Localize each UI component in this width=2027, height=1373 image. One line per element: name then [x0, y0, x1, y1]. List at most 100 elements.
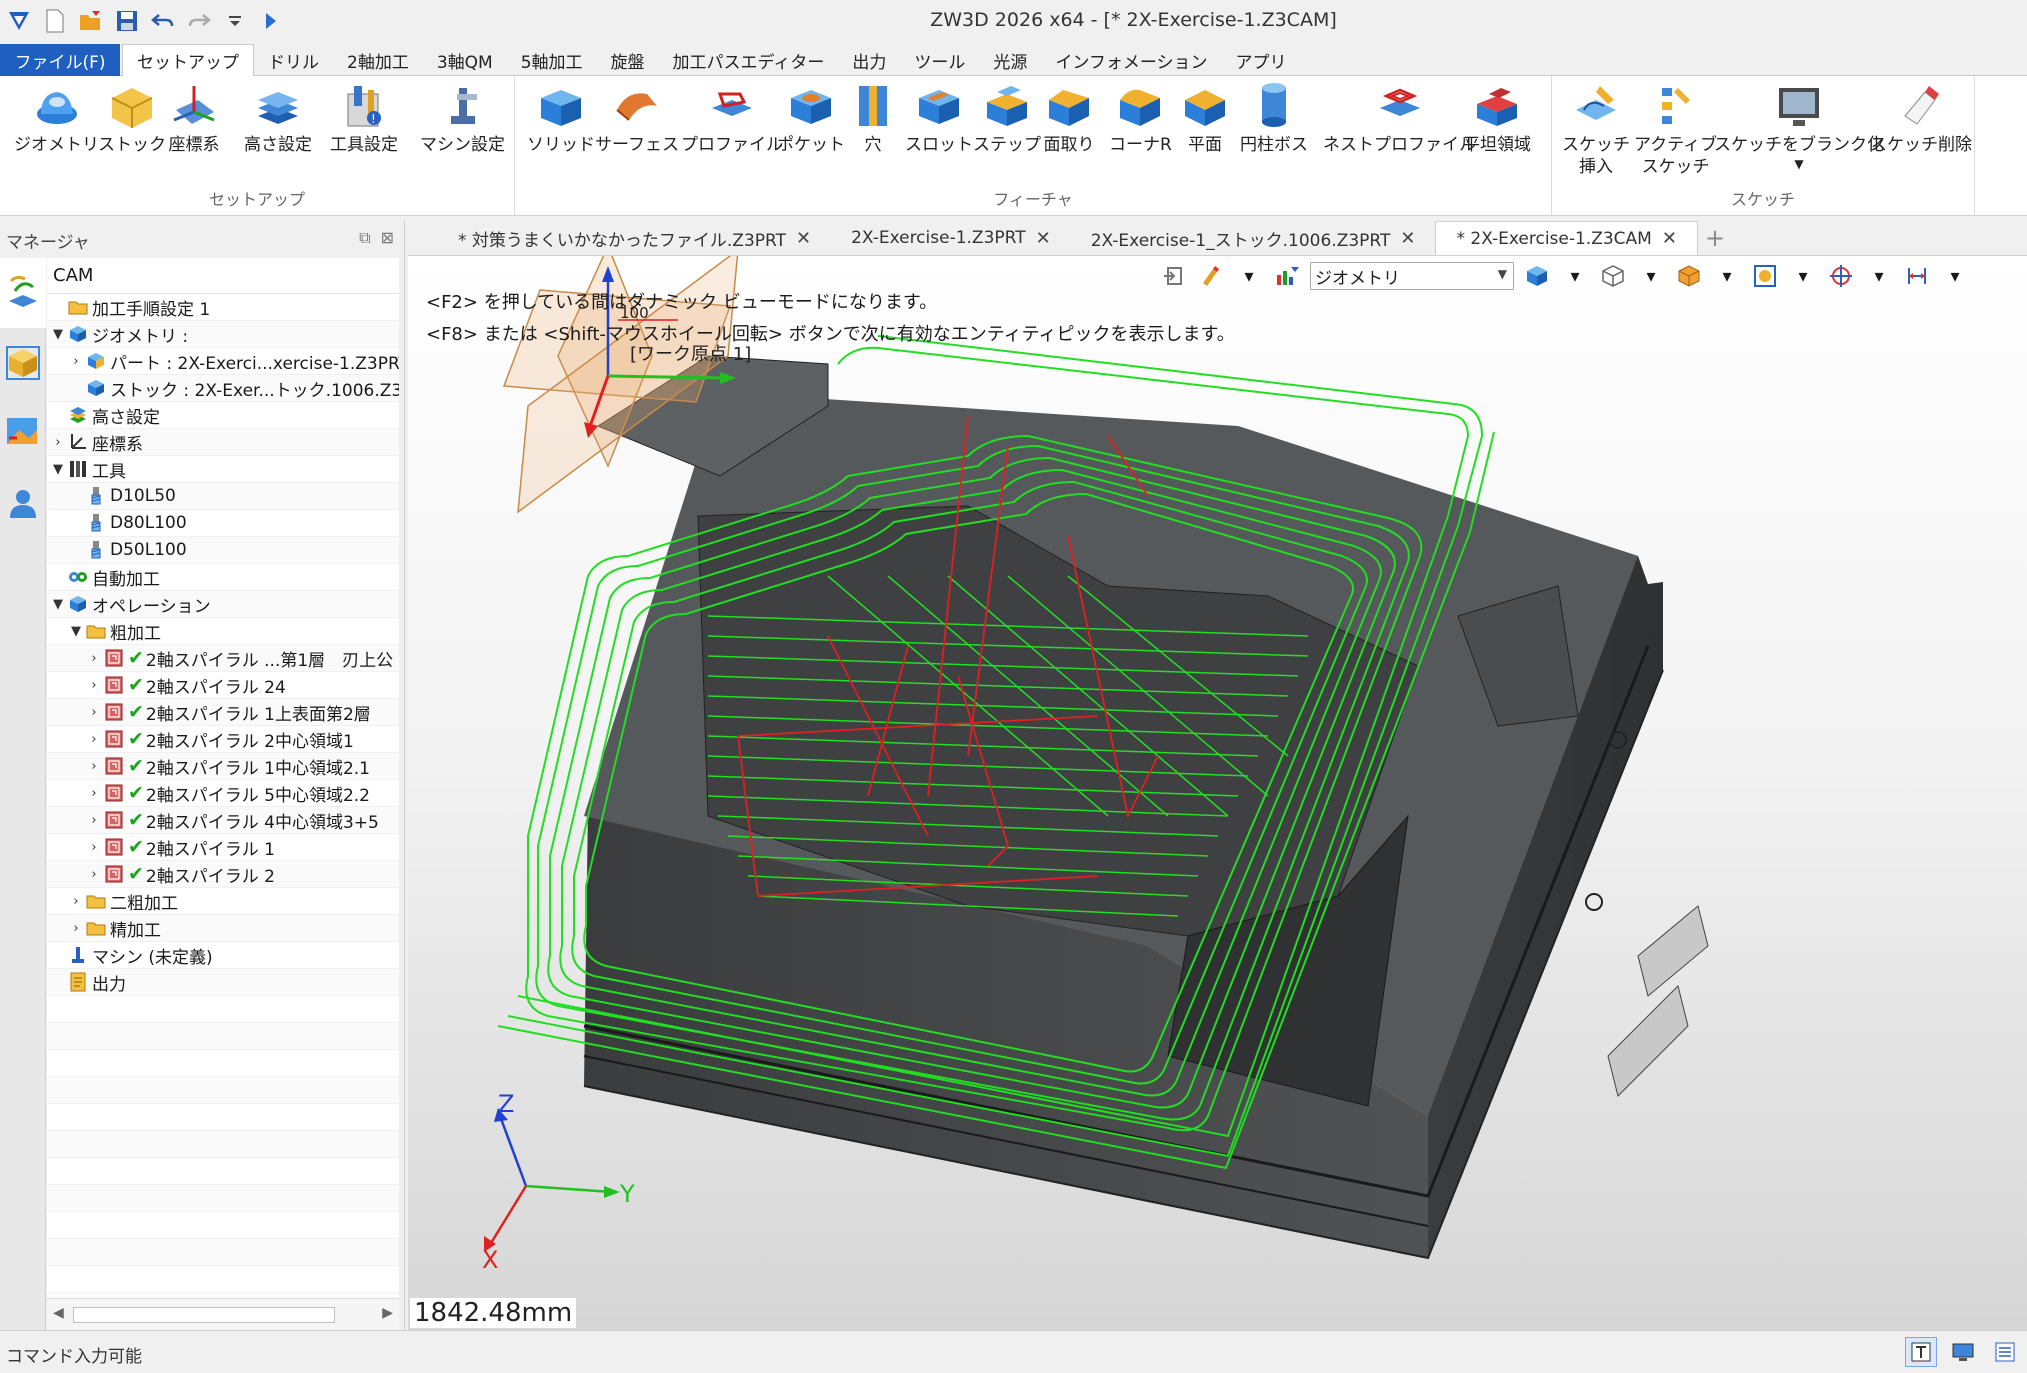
tree-horizontal-scrollbar[interactable]: ◀ ▶	[47, 1298, 399, 1330]
tree-item[interactable]: マシン (未定義)	[47, 942, 399, 969]
view-orient-icon[interactable]	[1674, 261, 1704, 291]
3d-viewport[interactable]: 100 [ワーク原点 1] Z Y X <F2> を押している間はダナミック ビ…	[408, 256, 2027, 1330]
expand-icon[interactable]: ›	[67, 921, 85, 936]
expand-icon[interactable]: ›	[85, 840, 103, 855]
ribbon-tab-2[interactable]: 2軸加工	[333, 44, 423, 76]
tree-item[interactable]: ▼ オペレーション	[47, 591, 399, 618]
panel-close-icon[interactable]: ⊠	[381, 228, 394, 248]
expand-icon[interactable]: ›	[67, 894, 85, 909]
plane-button[interactable]: 平面	[1179, 80, 1231, 156]
expand-icon[interactable]: ›	[85, 732, 103, 747]
chamfer-button[interactable]: 面取り	[1043, 80, 1095, 156]
tree-item[interactable]: ▼ 工具	[47, 456, 399, 483]
ribbon-tab-5[interactable]: 旋盤	[597, 44, 659, 76]
pick-pen-icon[interactable]	[1196, 261, 1226, 291]
tree-item[interactable]: 加工手順設定 1	[47, 294, 399, 321]
text-mode-icon[interactable]	[1905, 1337, 1937, 1367]
close-tab-icon[interactable]: ✕	[796, 228, 811, 249]
active-sketch-button[interactable]: アクティブ スケッチ	[1634, 80, 1717, 178]
sidebar-part-tab[interactable]	[0, 328, 46, 398]
close-tab-icon[interactable]: ✕	[1036, 228, 1051, 249]
scrollbar-thumb[interactable]	[73, 1307, 335, 1323]
collapse-icon[interactable]: ▼	[49, 327, 67, 342]
expand-icon[interactable]: ›	[49, 435, 67, 450]
expand-icon[interactable]: ›	[85, 786, 103, 801]
pick-filter-select[interactable]: ジオメトリ ▼	[1310, 262, 1514, 290]
step-button[interactable]: ステップ	[973, 80, 1041, 156]
tree-item[interactable]: › ✔ 2軸スパイラル 2	[47, 861, 399, 888]
filter-icon[interactable]	[1272, 261, 1302, 291]
tree-item[interactable]: ▼ 粗加工	[47, 618, 399, 645]
zoom-fit-icon[interactable]	[1750, 261, 1780, 291]
shaded-dropdown-icon[interactable]: ▾	[1560, 261, 1590, 291]
list-view-icon[interactable]	[1989, 1337, 2021, 1367]
insert-sketch-button[interactable]: スケッチ 挿入	[1562, 80, 1630, 178]
ribbon-tab-0[interactable]: セットアップ	[122, 44, 254, 76]
tree-item[interactable]: › ✔ 2軸スパイラル 24	[47, 672, 399, 699]
file-menu-button[interactable]: ファイル(F)	[0, 44, 120, 76]
ribbon-tab-6[interactable]: 加工パスエディター	[659, 44, 839, 76]
expand-icon[interactable]: ›	[85, 759, 103, 774]
expand-icon[interactable]: ›	[85, 651, 103, 666]
tree-item[interactable]: D80L100	[47, 510, 399, 537]
expand-icon[interactable]: ›	[67, 354, 85, 369]
tool-settings-button[interactable]: ! 工具設定	[330, 80, 398, 156]
collapse-icon[interactable]: ▼	[67, 624, 85, 639]
tree-item[interactable]: ストック : 2X-Exer...トック.1006.Z3PRT	[47, 375, 399, 402]
tree-item[interactable]: › 精加工	[47, 915, 399, 942]
sidebar-user-tab[interactable]	[0, 468, 46, 538]
tree-item[interactable]: › ✔ 2軸スパイラル 2中心領域1	[47, 726, 399, 753]
ribbon-tab-7[interactable]: 出力	[838, 44, 900, 76]
height-settings-button[interactable]: 高さ設定	[244, 80, 312, 156]
hole-button[interactable]: 穴	[847, 80, 899, 156]
nest-profile-button[interactable]: ネストプロファイル	[1323, 80, 1476, 156]
wireframe-view-icon[interactable]	[1598, 261, 1628, 291]
zoom-fit-dropdown-icon[interactable]: ▾	[1788, 261, 1818, 291]
scroll-right-icon[interactable]: ▶	[382, 1305, 393, 1321]
ribbon-tab-1[interactable]: ドリル	[254, 44, 333, 76]
view-orient-dropdown-icon[interactable]: ▾	[1712, 261, 1742, 291]
filter-dropdown-icon[interactable]: ▾	[1234, 261, 1264, 291]
document-tab[interactable]: 2X-Exercise-1.Z3PRT ✕	[831, 221, 1071, 255]
pocket-button[interactable]: ポケット	[777, 80, 845, 156]
display-icon[interactable]	[1947, 1337, 1979, 1367]
expand-icon[interactable]: ›	[85, 813, 103, 828]
tree-item[interactable]: ▼ ジオメトリ :	[47, 321, 399, 348]
surface-button[interactable]: サーフェス	[595, 80, 679, 156]
tree-item[interactable]: D50L100	[47, 537, 399, 564]
tree-item[interactable]: D10L50	[47, 483, 399, 510]
ribbon-tab-4[interactable]: 5軸加工	[507, 44, 597, 76]
stock-button[interactable]: ストック	[98, 80, 166, 156]
ribbon-tab-11[interactable]: アプリ	[1222, 44, 1301, 76]
expand-icon[interactable]: ›	[85, 678, 103, 693]
flat-area-button[interactable]: 平坦領域	[1463, 80, 1531, 156]
tree-item[interactable]: › ✔ 2軸スパイラル 5中心領域2.2	[47, 780, 399, 807]
tree-item[interactable]: › ✔ 2軸スパイラル 1	[47, 834, 399, 861]
tree-item[interactable]: 高さ設定	[47, 402, 399, 429]
collapse-icon[interactable]: ▼	[49, 597, 67, 612]
sidebar-view-tab[interactable]	[0, 398, 46, 468]
sidebar-cam-tab[interactable]	[0, 258, 46, 328]
ribbon-tab-9[interactable]: 光源	[979, 44, 1041, 76]
close-tab-icon[interactable]: ✕	[1662, 228, 1677, 249]
cylinder-boss-button[interactable]: 円柱ボス	[1240, 80, 1308, 156]
document-tab[interactable]: * 対策うまくいかなかったファイル.Z3PRT ✕	[438, 221, 831, 255]
tree-item[interactable]: › 二粗加工	[47, 888, 399, 915]
tree-item[interactable]: 自動加工	[47, 564, 399, 591]
tree-item[interactable]: › ✔ 2軸スパイラル 1中心領域2.1	[47, 753, 399, 780]
shaded-view-icon[interactable]	[1522, 261, 1552, 291]
measure-tool-icon[interactable]	[1902, 261, 1932, 291]
snap-dropdown-icon[interactable]: ▾	[1864, 261, 1894, 291]
blank-sketch-button[interactable]: スケッチをブランク化 ▼	[1714, 80, 1884, 170]
geometry-button[interactable]: ジオメトリ	[14, 80, 99, 156]
cam-model-view[interactable]: 100 [ワーク原点 1] Z Y X	[408, 256, 2027, 1330]
solid-button[interactable]: ソリッド	[527, 80, 595, 156]
wireframe-dropdown-icon[interactable]: ▾	[1636, 261, 1666, 291]
tree-item[interactable]: › ✔ 2軸スパイラル 1上表面第2層	[47, 699, 399, 726]
ribbon-tab-10[interactable]: インフォメーション	[1041, 44, 1221, 76]
close-tab-icon[interactable]: ✕	[1400, 228, 1415, 249]
document-tab[interactable]: 2X-Exercise-1_ストック.1006.Z3PRT ✕	[1071, 221, 1436, 255]
blank-sketch-dropdown-icon[interactable]: ▼	[1794, 158, 1803, 170]
machine-settings-button[interactable]: マシン設定	[420, 80, 505, 156]
corner-r-button[interactable]: コーナR	[1109, 80, 1172, 156]
